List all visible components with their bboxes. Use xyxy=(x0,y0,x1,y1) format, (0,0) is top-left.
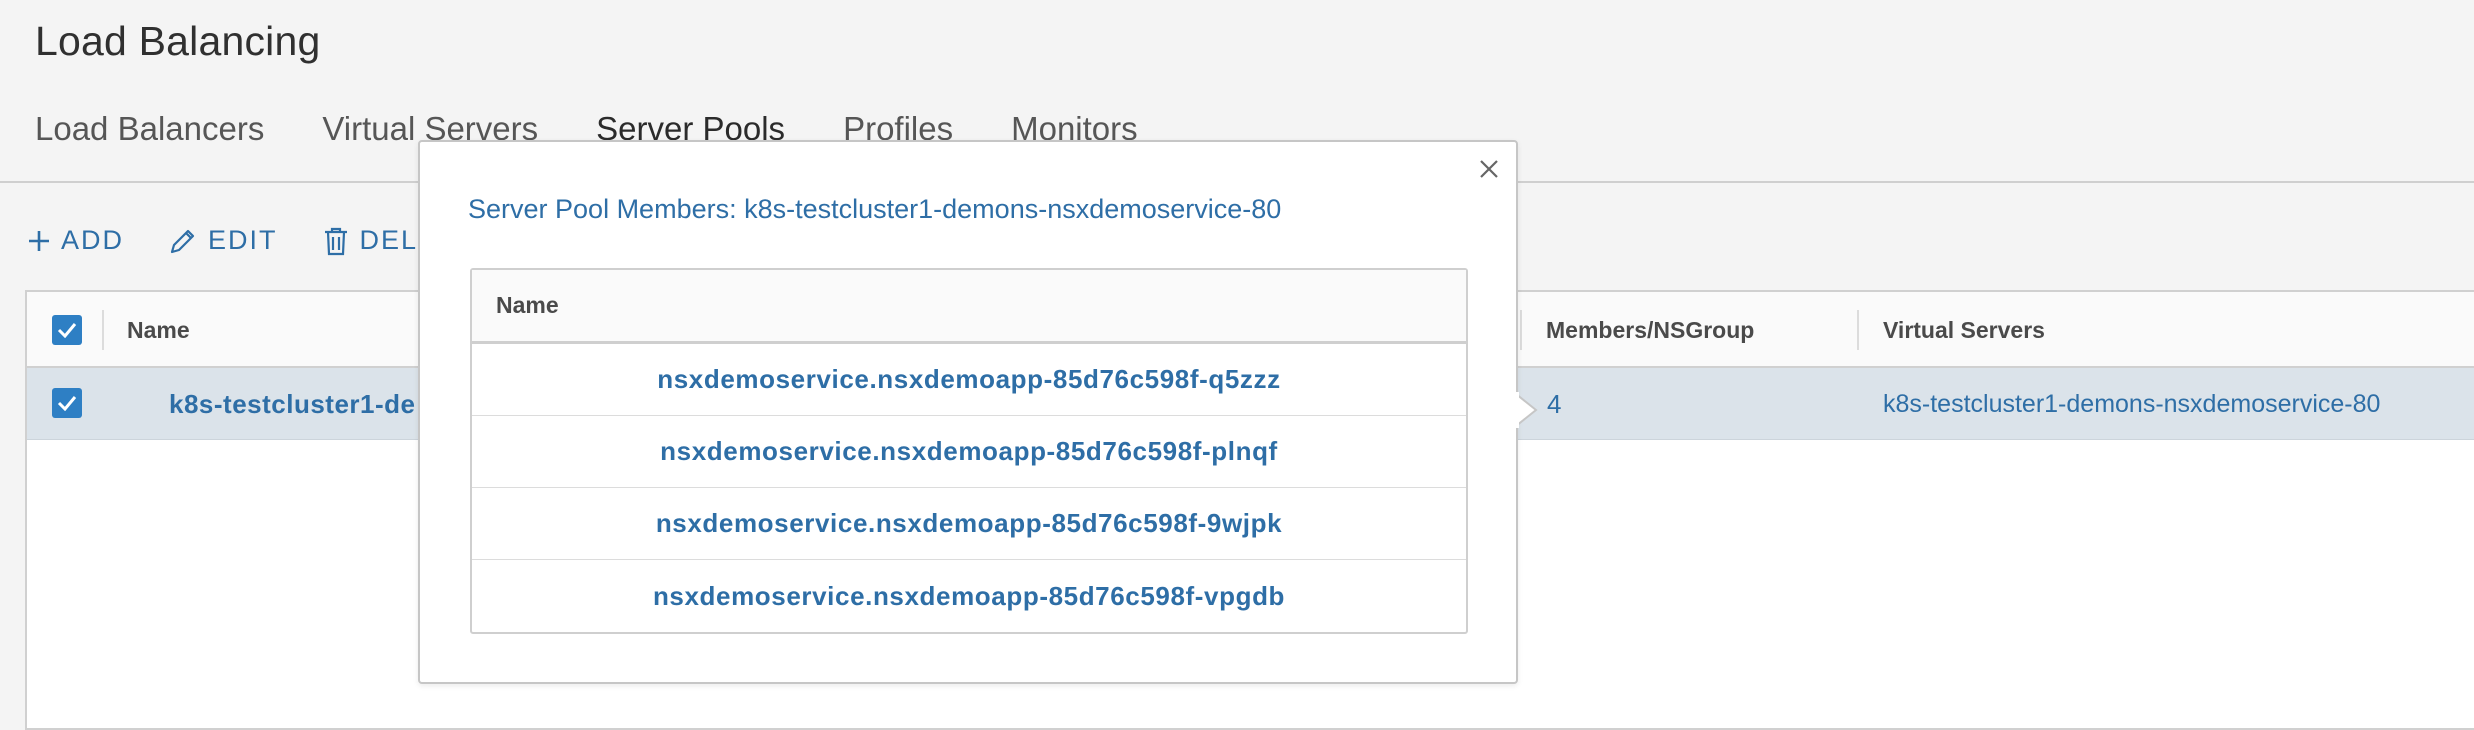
row-checkbox[interactable] xyxy=(52,388,82,418)
member-link[interactable]: nsxdemoservice.nsxdemoapp-85d76c598f-vpg… xyxy=(472,560,1466,632)
plus-icon xyxy=(27,229,51,253)
member-link[interactable]: nsxdemoservice.nsxdemoapp-85d76c598f-q5z… xyxy=(472,344,1466,416)
add-button[interactable]: ADD xyxy=(27,225,124,256)
popover-title: Server Pool Members: k8s-testcluster1-de… xyxy=(468,194,1282,224)
edit-button-label: EDIT xyxy=(208,225,278,255)
toolbar: ADD EDIT DEL xyxy=(27,225,418,256)
delete-button[interactable]: DEL xyxy=(322,225,419,256)
column-header-virtual-servers[interactable]: Virtual Servers xyxy=(1883,292,2045,368)
edit-button[interactable]: EDIT xyxy=(168,225,278,256)
checkmark-icon xyxy=(57,323,77,338)
column-header-members[interactable]: Members/NSGroup xyxy=(1546,292,1754,368)
server-pool-name-link[interactable]: k8s-testcluster1-de xyxy=(169,368,416,440)
popover-arrow xyxy=(1516,392,1538,428)
tab-load-balancers[interactable]: Load Balancers xyxy=(35,110,264,166)
members-table: Name nsxdemoservice.nsxdemoapp-85d76c598… xyxy=(470,268,1468,634)
add-button-label: ADD xyxy=(61,225,125,255)
column-separator xyxy=(1520,310,1522,350)
member-link[interactable]: nsxdemoservice.nsxdemoapp-85d76c598f-pln… xyxy=(472,416,1466,488)
column-separator xyxy=(1857,310,1859,350)
column-separator xyxy=(102,310,104,350)
members-count-link[interactable]: 4 xyxy=(1547,368,1561,440)
checkmark-icon xyxy=(57,396,77,411)
member-link[interactable]: nsxdemoservice.nsxdemoapp-85d76c598f-9wj… xyxy=(472,488,1466,560)
column-header-name[interactable]: Name xyxy=(127,292,190,368)
trash-icon xyxy=(322,226,350,256)
server-pool-members-popover: Server Pool Members: k8s-testcluster1-de… xyxy=(418,140,1518,684)
virtual-server-link[interactable]: k8s-testcluster1-demons-nsxdemoservice-8… xyxy=(1883,368,2380,440)
delete-button-label: DEL xyxy=(359,225,419,255)
page-title: Load Balancing xyxy=(35,18,321,64)
select-all-checkbox[interactable] xyxy=(52,315,82,345)
close-icon[interactable] xyxy=(1476,156,1502,182)
pencil-icon xyxy=(168,226,198,256)
members-table-header: Name xyxy=(472,270,1466,344)
